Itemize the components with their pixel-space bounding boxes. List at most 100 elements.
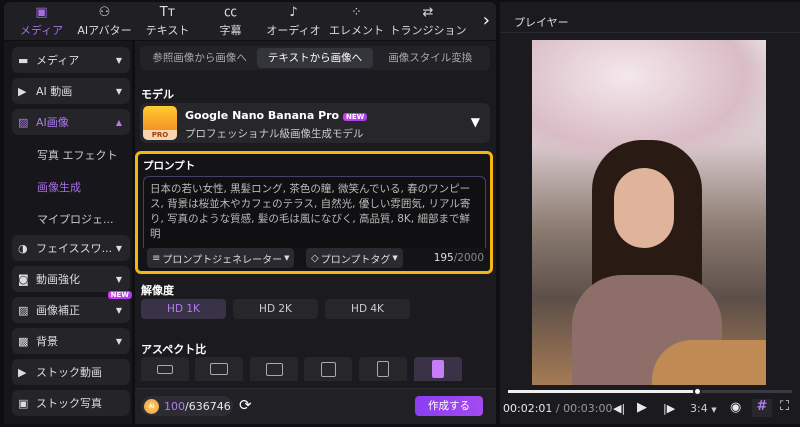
chevron-down-icon: ▼: [115, 305, 122, 315]
nav-tab-media[interactable]: ▣ メディア: [10, 5, 73, 38]
chevron-down-icon: ▼: [470, 115, 480, 129]
resolution-hd4k[interactable]: HD 4K: [325, 299, 410, 319]
model-selector[interactable]: PRO Google Nano Banana Pro NEW プロフェッショナル…: [140, 103, 490, 143]
sidebar-item-ai-video[interactable]: ▶ AI 動画 ▼: [12, 78, 130, 104]
prompt-label: プロンプト: [143, 160, 196, 172]
sidebar-subitem-my-projects[interactable]: マイプロジェ...: [37, 211, 114, 227]
sidebar-item-stock-photo[interactable]: ▣ ストック写真: [12, 390, 130, 416]
prompt-section: プロンプト 日本の若い女性, 黒髪ロング, 茶色の瞳, 微笑んでいる, 春のワン…: [135, 151, 493, 274]
progress-fill: [508, 390, 699, 393]
aspect-option-1-1[interactable]: [304, 357, 352, 381]
model-description: プロフェッショナル級画像生成モデル: [185, 128, 364, 140]
resolution-hd1k[interactable]: HD 1K: [141, 299, 226, 319]
progress-track[interactable]: [508, 387, 792, 396]
new-badge: NEW: [107, 291, 132, 299]
chevron-down-icon: ▼: [115, 243, 122, 253]
mode-tabs: 参照画像から画像へ テキストから画像へ 画像スタイル変換: [140, 46, 490, 70]
aspect-option-16-9[interactable]: [195, 357, 243, 381]
chevron-up-icon: ▲: [115, 117, 122, 127]
sidebar-item-media[interactable]: ▬ メディア ▼: [12, 47, 130, 73]
nav-tab-audio[interactable]: ♪ オーディオ: [262, 5, 325, 38]
chevron-down-icon: ▼: [115, 274, 122, 284]
table: [652, 340, 766, 385]
avatar-icon: ⚇: [98, 4, 111, 20]
model-name: Google Nano Banana Pro NEW: [185, 109, 368, 122]
text-icon: Tт: [159, 4, 176, 20]
sidebar-subitem-photo-effect[interactable]: 写真 エフェクト: [37, 147, 118, 163]
aspect-shape-icon: [320, 361, 336, 377]
video-enhance-icon: ◙: [18, 272, 29, 286]
time-display: 00:02:01 / 00:03:00: [503, 402, 613, 415]
bottom-bar: AI 100/636746 ⟳ 作成する: [135, 388, 496, 424]
fullscreen-icon[interactable]: ⛶: [780, 399, 789, 414]
aspect-ratio-label: アスペクト比: [141, 343, 207, 356]
model-thumbnail: PRO: [143, 106, 177, 140]
tab-style-transfer[interactable]: 画像スタイル変換: [373, 48, 488, 68]
folder-icon: ▬: [18, 53, 29, 67]
aspect-option-4-3[interactable]: [250, 357, 298, 381]
aspect-option-9-16[interactable]: [414, 357, 462, 381]
resolution-hd2k[interactable]: HD 2K: [233, 299, 318, 319]
chevron-down-icon: ▼: [284, 254, 290, 262]
model-label: モデル: [141, 88, 174, 101]
image-correction-icon: ▨: [18, 303, 29, 317]
photo-icon: ▣: [18, 396, 29, 410]
prompt-tag-button[interactable]: ◇ プロンプトタグ ▼: [306, 248, 403, 268]
aspect-option-3-4[interactable]: [359, 357, 407, 381]
chevron-down-icon: ▼: [115, 55, 122, 65]
play-icon[interactable]: ▶: [637, 400, 647, 415]
progress-handle[interactable]: [693, 387, 703, 396]
sidebar-subitem-image-generation[interactable]: 画像生成: [37, 179, 81, 195]
chevron-down-icon: ▼: [392, 254, 398, 262]
refresh-icon[interactable]: ⟳: [239, 396, 252, 414]
ai-credit-icon: AI: [144, 398, 159, 414]
chevron-right-icon[interactable]: ›: [483, 10, 490, 31]
image-generation-panel: 参照画像から画像へ テキストから画像へ 画像スタイル変換 モデル PRO Goo…: [135, 41, 496, 424]
sidebar-item-stock-video[interactable]: ▶ ストック動画: [12, 359, 130, 385]
chevron-down-icon: ▼: [115, 336, 122, 346]
divider: [500, 32, 800, 33]
play-icon: ▶: [18, 365, 27, 379]
nav-tab-transition[interactable]: ⇄ トランジション: [388, 5, 468, 38]
tab-text-to-image[interactable]: テキストから画像へ: [257, 48, 373, 68]
sidebar-item-video-enhance[interactable]: ◙ 動画強化 ▼: [12, 266, 130, 292]
prev-frame-icon[interactable]: ◀|: [613, 402, 625, 415]
credits-display: AI 100/636746: [141, 396, 233, 416]
prompt-generator-icon: ≡: [152, 252, 161, 264]
background-icon: ▩: [18, 334, 29, 348]
nav-tab-caption[interactable]: ㏄字幕: [199, 5, 262, 38]
aspect-shape-icon: [157, 364, 173, 374]
top-nav: ▣ メディア ⚇ AIアバター Tт テキスト ㏄字幕 ♪ オーディオ ⁘ エレメント ⇄…: [4, 2, 496, 40]
prompt-input[interactable]: 日本の若い女性, 黒髪ロング, 茶色の瞳, 微笑んでいる, 春のワンピース, 背…: [143, 176, 486, 248]
next-frame-icon[interactable]: |▶: [663, 402, 675, 415]
ai-image-icon: ▨: [18, 115, 29, 129]
aspect-option-wide[interactable]: [141, 357, 189, 381]
nav-tab-text[interactable]: Tт テキスト: [136, 5, 199, 38]
ai-video-icon: ▶: [18, 84, 27, 98]
preview-image: [532, 40, 766, 385]
resolution-label: 解像度: [141, 284, 174, 297]
audio-icon: ♪: [289, 4, 298, 20]
aspect-shape-icon: [432, 360, 444, 378]
nav-tab-element[interactable]: ⁘ エレメント: [325, 5, 388, 38]
face-swap-icon: ◑: [18, 241, 28, 255]
sidebar-item-image-correction[interactable]: ▨ 画像補正 ▼ NEW: [12, 291, 132, 323]
camera-icon[interactable]: ◉: [730, 400, 741, 415]
caption-icon: ㏄: [223, 4, 237, 20]
chevron-down-icon: ▼: [711, 406, 717, 414]
sidebar-item-background[interactable]: ▩ 背景 ▼: [12, 328, 130, 354]
media-icon: ▣: [35, 4, 48, 20]
sidebar-item-ai-image[interactable]: ▨ AI画像 ▲: [12, 109, 130, 135]
chevron-down-icon: ▼: [115, 86, 122, 96]
tag-icon: ◇: [311, 252, 319, 264]
ratio-selector[interactable]: 3:4 ▼: [690, 402, 717, 415]
char-counter: 195/2000: [433, 252, 484, 264]
sidebar-item-face-swap[interactable]: ◑ フェイススワ... ▼: [12, 235, 130, 261]
grid-icon[interactable]: #: [752, 399, 772, 417]
tab-image-to-image[interactable]: 参照画像から画像へ: [142, 48, 257, 68]
nav-tab-ai-avatar[interactable]: ⚇ AIアバター: [73, 5, 136, 38]
aspect-shape-icon: [210, 363, 228, 375]
create-button[interactable]: 作成する: [415, 396, 483, 416]
aspect-shape-icon: [265, 362, 283, 376]
prompt-generator-button[interactable]: ≡ プロンプトジェネレーター ▼: [147, 248, 295, 268]
